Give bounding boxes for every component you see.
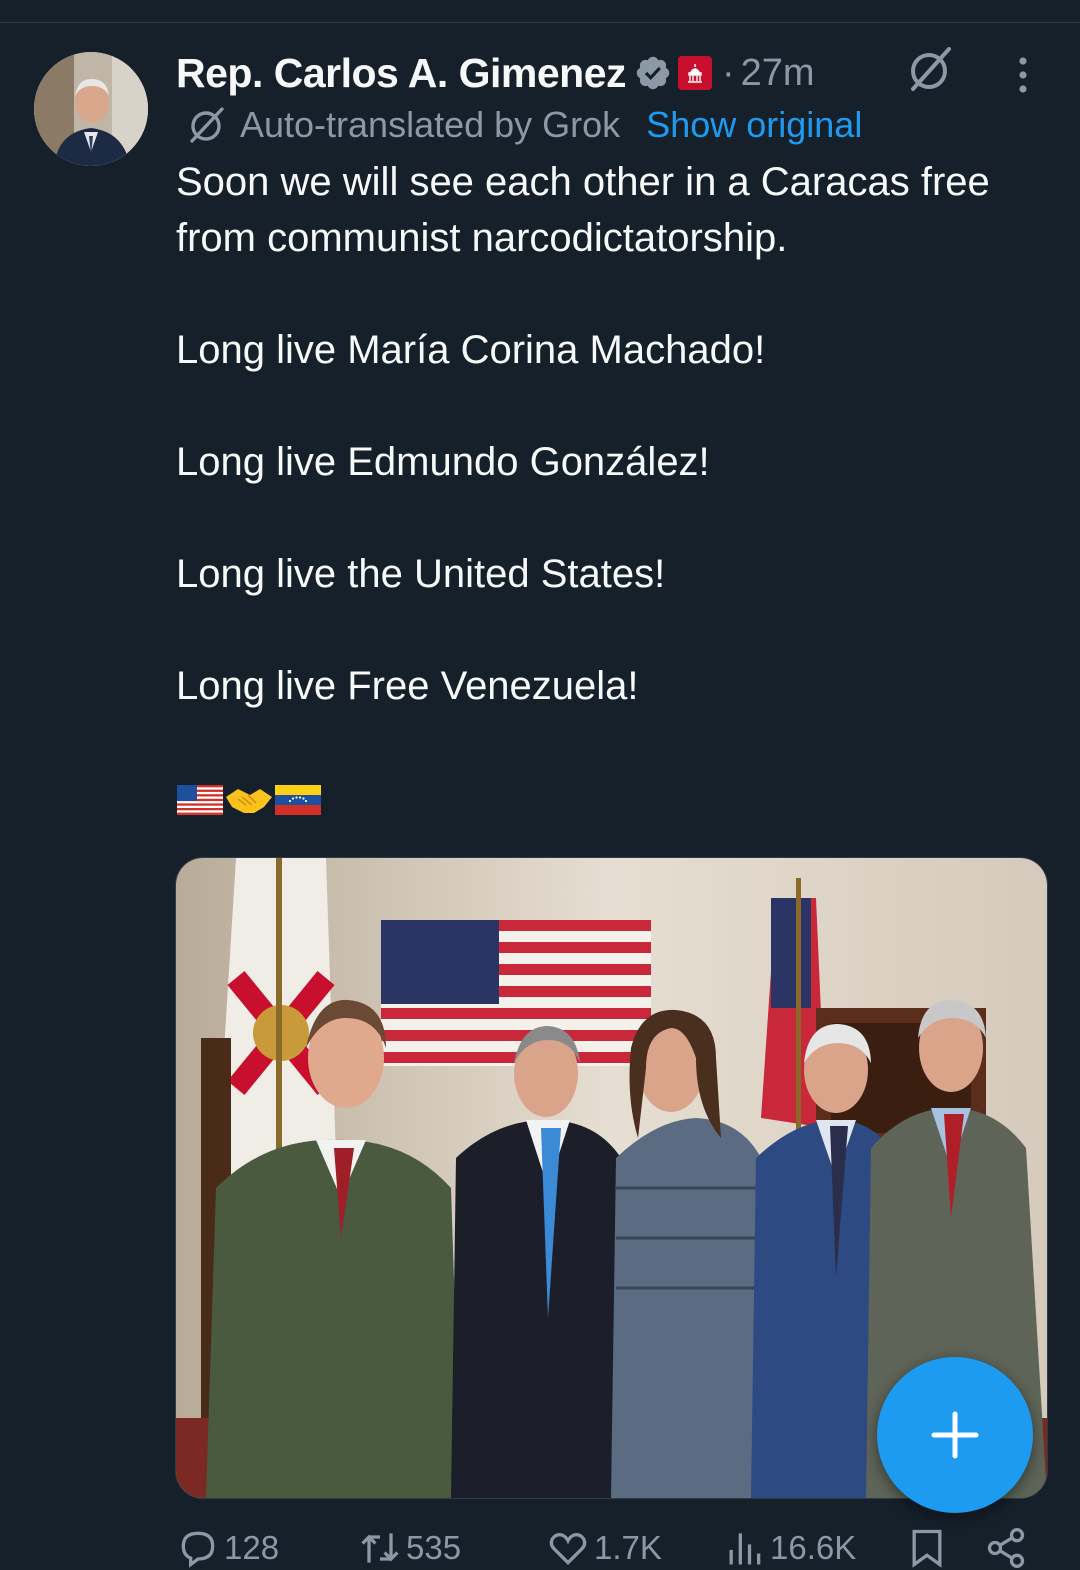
separator: · xyxy=(722,51,735,94)
views-icon xyxy=(729,1533,761,1565)
like-icon xyxy=(549,1533,587,1566)
reply-icon xyxy=(181,1531,215,1568)
share-icon xyxy=(987,1528,1025,1568)
translation-row: Auto-translated by Grok Show original xyxy=(186,102,862,148)
avatar[interactable] xyxy=(34,52,148,166)
more-icon[interactable] xyxy=(1008,55,1038,95)
top-divider xyxy=(0,22,1080,23)
translation-note: Auto-translated by Grok xyxy=(240,104,621,145)
bookmark-button[interactable] xyxy=(905,1526,953,1570)
action-bar: 128 535 1.7K 16.6K xyxy=(0,1520,1080,1568)
timestamp[interactable]: 27m xyxy=(741,52,815,95)
repost-count: 535 xyxy=(406,1529,462,1566)
tweet-line: Long live María Corina Machado! xyxy=(176,328,766,372)
compose-plus-icon xyxy=(931,1411,979,1459)
reply-count: 128 xyxy=(224,1529,280,1566)
bookmark-icon xyxy=(912,1529,942,1568)
emoji-row xyxy=(176,782,322,818)
us-flag-emoji xyxy=(177,785,223,815)
show-original-link[interactable]: Show original xyxy=(646,104,862,146)
author-name[interactable]: Rep. Carlos A. Gimenez xyxy=(176,50,627,97)
verified-icon[interactable] xyxy=(634,54,672,92)
avatar-image xyxy=(34,52,148,166)
tweet-line: Long live the United States! xyxy=(176,552,666,596)
repost-button[interactable]: 535 xyxy=(358,1526,461,1570)
reply-button[interactable]: 128 xyxy=(176,1526,279,1570)
grok-translate-icon xyxy=(190,107,224,143)
views-button[interactable]: 16.6K xyxy=(722,1526,856,1570)
venezuela-flag-emoji xyxy=(275,785,321,815)
tweet-line: Long live Free Venezuela! xyxy=(176,664,639,708)
tweet-text: Soon we will see each other in a Caracas… xyxy=(176,154,1066,714)
tweet-line: Soon we will see each other in a Caracas… xyxy=(176,160,990,260)
handshake-emoji xyxy=(226,789,272,813)
repost-icon xyxy=(361,1533,399,1563)
like-count: 1.7K xyxy=(594,1529,662,1566)
views-count: 16.6K xyxy=(770,1529,857,1566)
like-button[interactable]: 1.7K xyxy=(546,1526,662,1570)
gov-badge-icon[interactable] xyxy=(678,56,712,90)
compose-button[interactable] xyxy=(877,1357,1033,1513)
share-button[interactable] xyxy=(984,1526,1032,1570)
grok-icon[interactable] xyxy=(905,45,955,95)
tweet-line: Long live Edmundo González! xyxy=(176,440,710,484)
